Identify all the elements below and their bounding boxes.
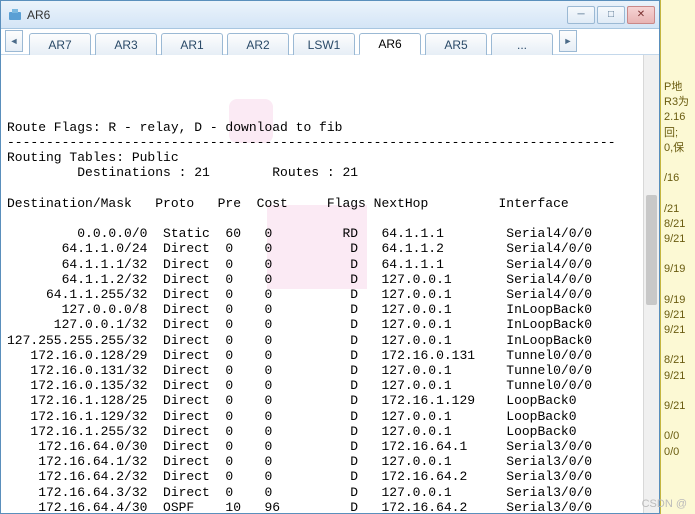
side-note: 9/19 [661, 262, 695, 277]
tab-ar3[interactable]: AR3 [95, 33, 157, 55]
side-note: 0,保 [661, 141, 695, 156]
side-note: R3为 [661, 95, 695, 110]
side-note: 9/19 [661, 293, 695, 308]
side-note [661, 384, 695, 399]
side-panel: P地R3为2.16回;0,保/16/218/219/219/199/199/21… [660, 0, 695, 514]
side-note [661, 156, 695, 171]
watermark: CSDN @ [642, 498, 687, 510]
tab-ar1[interactable]: AR1 [161, 33, 223, 55]
tab-...[interactable]: ... [491, 33, 553, 55]
maximize-button[interactable]: □ [597, 6, 625, 24]
side-note: 8/21 [661, 217, 695, 232]
tab-scroll-left[interactable]: ◄ [5, 30, 23, 52]
scrollbar[interactable] [643, 55, 659, 513]
app-icon [7, 7, 23, 23]
side-note: 0/0 [661, 429, 695, 444]
side-note: 9/21 [661, 308, 695, 323]
terminal-window: AR6 ─ □ ✕ ◄ AR7AR3AR1AR2LSW1AR6AR5... ► … [0, 0, 660, 514]
tab-ar6[interactable]: AR6 [359, 33, 421, 55]
side-note [661, 247, 695, 262]
side-note: 9/21 [661, 323, 695, 338]
window-title: AR6 [27, 8, 567, 22]
side-note [661, 414, 695, 429]
scrollbar-thumb[interactable] [646, 195, 657, 305]
side-note: 2.16 [661, 110, 695, 125]
side-note: 9/21 [661, 232, 695, 247]
side-note: 8/21 [661, 353, 695, 368]
side-note [661, 277, 695, 292]
tab-ar7[interactable]: AR7 [29, 33, 91, 55]
tab-ar2[interactable]: AR2 [227, 33, 289, 55]
side-note [661, 338, 695, 353]
side-note: 9/21 [661, 399, 695, 414]
side-note: /21 [661, 202, 695, 217]
terminal-output[interactable]: Route Flags: R - relay, D - download to … [1, 55, 659, 513]
tab-scroll-right[interactable]: ► [559, 30, 577, 52]
tab-bar: ◄ AR7AR3AR1AR2LSW1AR6AR5... ► [1, 29, 659, 55]
titlebar[interactable]: AR6 ─ □ ✕ [1, 1, 659, 29]
tab-ar5[interactable]: AR5 [425, 33, 487, 55]
side-note: 0/0 [661, 445, 695, 460]
minimize-button[interactable]: ─ [567, 6, 595, 24]
side-note: 9/21 [661, 369, 695, 384]
side-note [661, 186, 695, 201]
close-button[interactable]: ✕ [627, 6, 655, 24]
tab-lsw1[interactable]: LSW1 [293, 33, 355, 55]
side-note: /16 [661, 171, 695, 186]
side-note: 回; [661, 126, 695, 141]
side-note: P地 [661, 80, 695, 95]
